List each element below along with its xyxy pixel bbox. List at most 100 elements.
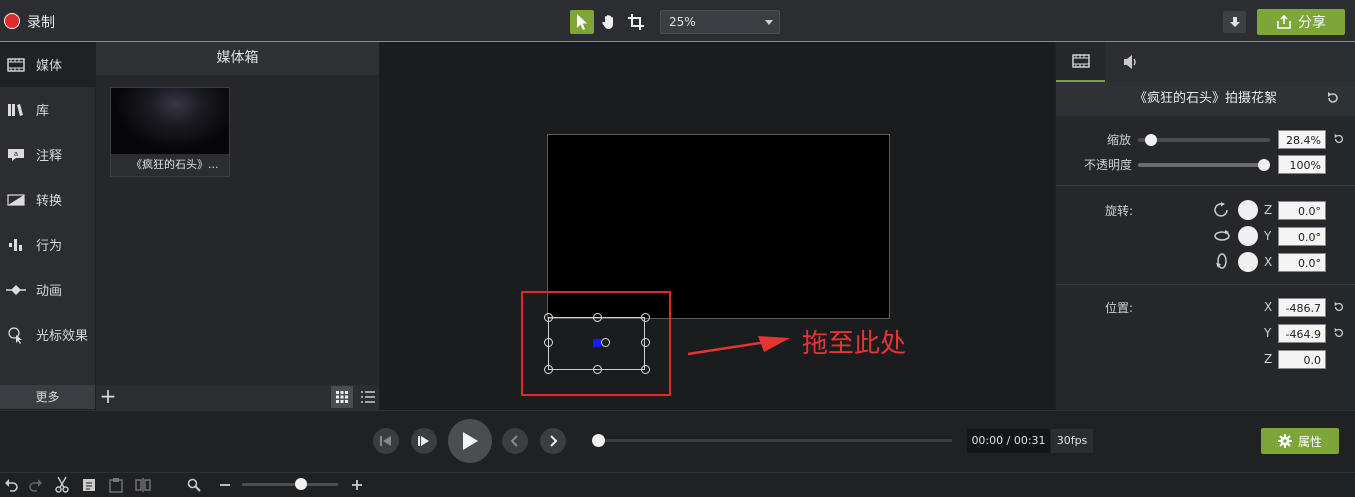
media-bin-title: 媒体箱: [96, 42, 379, 75]
media-clip-thumbnail[interactable]: 《疯狂的石头》...: [110, 87, 230, 177]
record-icon[interactable]: [4, 13, 20, 29]
cut-icon[interactable]: [53, 476, 71, 494]
redo-icon[interactable]: [27, 476, 45, 494]
playhead-knob[interactable]: [592, 434, 605, 447]
next-button[interactable]: [540, 428, 566, 454]
rotate-z-value[interactable]: 0.0°: [1278, 201, 1326, 220]
grid-view-button[interactable]: [331, 386, 353, 408]
rotate-y-value[interactable]: 0.0°: [1278, 227, 1326, 246]
copy-icon[interactable]: [80, 476, 98, 494]
split-icon[interactable]: [134, 476, 152, 494]
resize-handle[interactable]: [544, 365, 553, 374]
tab-visual-properties[interactable]: [1056, 42, 1105, 82]
share-label: 分享: [1298, 15, 1326, 31]
resize-handle[interactable]: [641, 313, 650, 322]
resize-handle[interactable]: [544, 313, 553, 322]
record-label[interactable]: 录制: [27, 12, 55, 32]
clip-caption: 《疯狂的石头》...: [111, 154, 229, 176]
zoom-dropdown[interactable]: 25%: [660, 10, 780, 34]
timeline-zoom-slider[interactable]: [242, 483, 338, 486]
playback-scrubber[interactable]: [598, 439, 952, 442]
axis-label: Y: [1264, 229, 1272, 243]
reset-icon[interactable]: [1333, 327, 1345, 343]
zoom-value: 25%: [669, 15, 696, 29]
arrow-icon: [687, 336, 790, 356]
opacity-value[interactable]: 100%: [1278, 155, 1326, 174]
nav-item-annotation[interactable]: a 注释: [0, 132, 95, 177]
scale-label: 缩放: [1107, 133, 1132, 147]
resize-handle[interactable]: [641, 338, 650, 347]
scale-slider-knob[interactable]: [1145, 134, 1157, 146]
grid-icon: [336, 391, 348, 403]
divider: [1056, 185, 1355, 186]
clip-preview-image: [111, 88, 229, 154]
nav-label: 行为: [36, 239, 63, 254]
chevron-left-icon: [510, 435, 518, 447]
cursor-effect-icon: [6, 326, 26, 344]
paste-icon[interactable]: [107, 476, 125, 494]
properties-button[interactable]: 属性: [1261, 428, 1339, 454]
nav-item-behavior[interactable]: 行为: [0, 222, 95, 267]
step-forward-button[interactable]: [411, 428, 437, 454]
axis-label: Z: [1264, 352, 1273, 366]
behavior-icon: [6, 237, 26, 253]
position-label: 位置:: [1105, 301, 1134, 315]
zoom-in-icon[interactable]: [348, 476, 366, 494]
nav-label: 库: [36, 104, 50, 119]
nav-label: 转换: [36, 194, 63, 209]
position-z-value[interactable]: 0.0: [1278, 350, 1326, 369]
undo-icon[interactable]: [2, 476, 20, 494]
gear-icon: [1277, 434, 1292, 448]
rotate-x-value[interactable]: 0.0°: [1278, 253, 1326, 272]
properties-label: 属性: [1297, 434, 1322, 449]
chevron-down-icon: [765, 20, 773, 25]
position-x-value[interactable]: -486.7: [1278, 298, 1326, 317]
nav-item-animation[interactable]: 动画: [0, 267, 95, 312]
select-tool-button[interactable]: [570, 10, 594, 34]
resize-handle[interactable]: [544, 338, 553, 347]
rotate-handle[interactable]: [601, 338, 610, 347]
reset-icon[interactable]: [1326, 91, 1340, 109]
opacity-slider-knob[interactable]: [1258, 159, 1270, 171]
rotate-y-dial[interactable]: [1238, 226, 1258, 246]
rotate-x-icon: [1215, 251, 1229, 275]
film-icon: [1071, 54, 1090, 68]
scale-slider[interactable]: [1138, 138, 1270, 142]
nav-item-media[interactable]: 媒体: [0, 42, 95, 87]
resize-handle[interactable]: [593, 313, 602, 322]
hand-icon: [602, 15, 613, 29]
zoom-out-icon[interactable]: [216, 476, 234, 494]
axis-label: X: [1264, 300, 1273, 314]
position-y-value[interactable]: -464.9: [1278, 324, 1326, 343]
download-button[interactable]: [1223, 11, 1246, 33]
crop-tool-button[interactable]: [624, 10, 648, 34]
rotate-z-dial[interactable]: [1238, 200, 1258, 220]
scale-value[interactable]: 28.4%: [1278, 130, 1326, 149]
rotate-x-dial[interactable]: [1238, 252, 1258, 272]
reset-icon[interactable]: [1333, 133, 1345, 149]
play-button[interactable]: [448, 419, 492, 463]
pan-tool-button[interactable]: [597, 10, 621, 34]
tab-audio-properties[interactable]: [1107, 42, 1155, 82]
nav-item-library[interactable]: 库: [0, 87, 95, 132]
download-icon: [1229, 17, 1240, 27]
reset-icon[interactable]: [1333, 301, 1345, 317]
resize-handle[interactable]: [593, 365, 602, 374]
transition-icon: [6, 192, 26, 208]
list-view-button[interactable]: [357, 386, 379, 408]
add-media-button[interactable]: +: [98, 386, 118, 408]
resize-handle[interactable]: [641, 365, 650, 374]
pointer-icon: [577, 14, 587, 30]
step-back-button[interactable]: [373, 428, 399, 454]
anchor-point[interactable]: [593, 339, 601, 347]
nav-item-transition[interactable]: 转换: [0, 177, 95, 222]
share-button[interactable]: 分享: [1257, 9, 1345, 35]
fps-display[interactable]: 30fps: [1051, 429, 1093, 453]
step-forward-icon: [418, 436, 429, 446]
more-button[interactable]: 更多: [0, 385, 95, 409]
nav-item-cursor-effects[interactable]: 光标效果: [0, 312, 95, 357]
previous-button[interactable]: [502, 428, 528, 454]
timeline-zoom-knob[interactable]: [295, 478, 307, 490]
opacity-slider[interactable]: [1138, 163, 1270, 167]
annotation-icon: a: [6, 147, 26, 163]
